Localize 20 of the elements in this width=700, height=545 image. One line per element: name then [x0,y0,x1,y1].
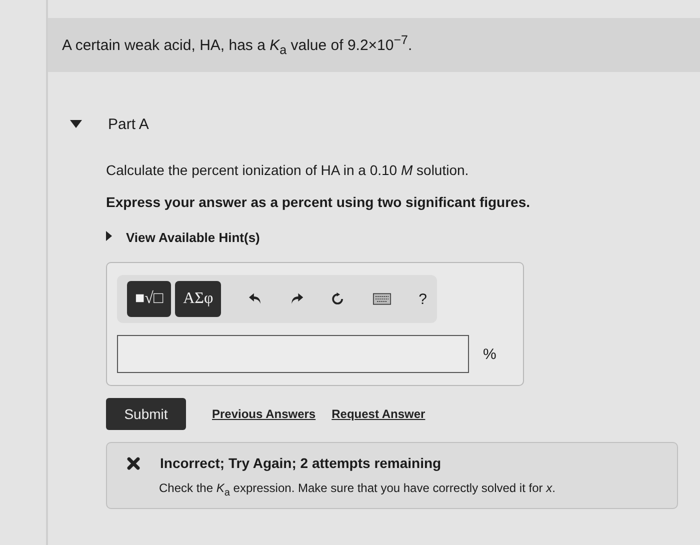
help-button[interactable]: ? [418,290,427,308]
intro-text: A certain weak acid, HA, has a K$_{a}$ value of 9.2×10$^{−7}$. [62,33,412,57]
instruction-text: Express your answer as a percent using two significant figures. [106,194,530,210]
keyboard-icon[interactable] [372,292,391,306]
greek-button[interactable]: ΑΣφ [175,281,222,317]
reset-icon[interactable] [331,291,345,307]
feedback-title: Incorrect; Try Again; 2 attempts remaining [160,455,442,471]
answer-link[interactable]: Request Answer [332,407,426,421]
hints-link[interactable]: View Available Hint(s) [126,230,260,244]
answer-field[interactable] [117,335,469,373]
feedback-message: Check the K$_{a}$ expression. Make sure that you have correctly solved it for x. [158,481,556,498]
redo-icon[interactable] [290,292,304,306]
incorrect-icon [127,456,140,470]
question-text: Calculate the percent ionization of HA in a 0.10 M solution. [106,162,469,178]
unit-label: % [483,346,496,362]
part-title[interactable]: Part A [108,116,149,132]
template-button[interactable]: ■√□ [127,281,172,317]
undo-icon[interactable] [249,292,262,306]
answer-link[interactable]: Previous Answers [212,407,316,421]
submit-button[interactable]: Submit [106,398,186,430]
